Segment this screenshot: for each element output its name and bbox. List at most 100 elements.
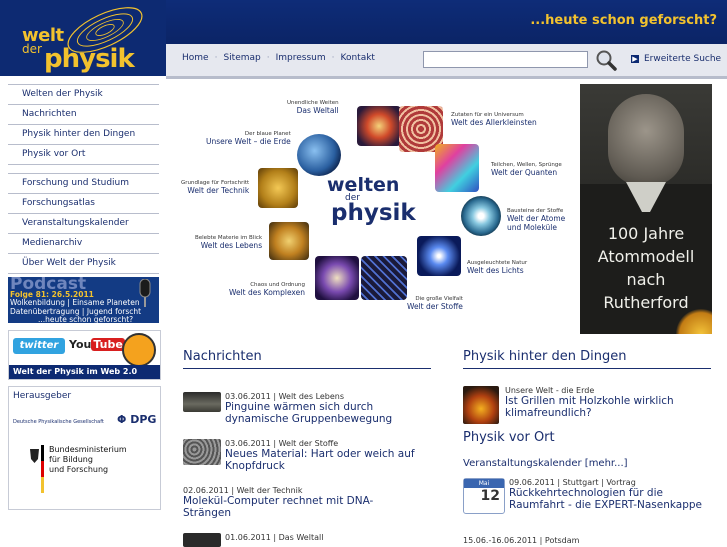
youtube-logo: You Tube (69, 338, 125, 351)
nav-kontakt-link[interactable]: Kontakt (341, 53, 375, 63)
sidebar-item-welten[interactable]: Welten der Physik (8, 85, 159, 105)
top-nav-bar: Home · Sitemap · Impressum · Kontakt ▶ Erweiter… (166, 44, 727, 79)
banner-link-weltall[interactable]: Unendliche Weiten Das Weltall (287, 100, 339, 115)
event-meta: 15.06.-16.06.2011 | Potsdam (463, 536, 580, 545)
site-logo[interactable]: welt der physik (0, 0, 166, 76)
rutherford-promo[interactable]: 100 Jahre Atommodell nach Rutherford (580, 84, 712, 334)
sidebar-group-main: Welten der Physik Nachrichten Physik hin… (8, 84, 159, 165)
nav-separator: · (331, 53, 335, 63)
dpg-logo-text: DPG (130, 413, 157, 426)
sidebar-item-physik-vor-ort[interactable]: Physik vor Ort (8, 145, 159, 165)
banner-link-leben[interactable]: Belebte Materie im Blick Welt des Lebens (195, 235, 262, 250)
logo-word-der: der (22, 42, 42, 56)
news-item[interactable]: 02.06.2011 | Welt der Technik Molekül-Co… (183, 486, 413, 519)
banner-komplexen-title: Welt des Komplexen (229, 288, 306, 297)
banner-link-atome[interactable]: Bausteine der Stoffe Welt der Atome und M… (507, 208, 577, 232)
rss-icon (122, 333, 156, 367)
search-input[interactable] (423, 51, 588, 68)
youtube-logo-tube: Tube (91, 338, 125, 351)
nav-separator: · (266, 53, 270, 63)
youtube-logo-text: You (69, 338, 92, 351)
sidebar-item-nachrichten[interactable]: Nachrichten (8, 105, 159, 125)
sidebar-item-veranstaltungskalender[interactable]: Veranstaltungskalender (8, 214, 159, 234)
sidebar-item-medienarchiv[interactable]: Medienarchiv (8, 234, 159, 254)
logo-word-physik: physik (44, 44, 135, 74)
sidebar-item-ueber[interactable]: Über Welt der Physik (8, 254, 159, 274)
news-item[interactable]: 03.06.2011 | Welt der Stoffe Neues Mater… (183, 439, 423, 472)
rutherford-line-3: nach (626, 270, 666, 289)
podcast-topics-1: Wolkenbildung | Einsame Planeten (10, 298, 140, 307)
podcast-banner[interactable]: Podcast Folge 81: 26.5.2011 Wolkenbildun… (8, 277, 159, 323)
advanced-search-link[interactable]: ▶ Erweiterte Suche (631, 54, 721, 64)
banner-technik-title: Welt der Technik (187, 186, 250, 195)
search-icon[interactable] (595, 49, 617, 71)
nachrichten-heading: Nachrichten (183, 349, 431, 369)
banner-quanten-title: Welt der Quanten (491, 168, 558, 177)
weltall-thumbnail[interactable] (357, 106, 401, 146)
banner-weltall-title: Das Weltall (296, 106, 339, 115)
phd-headline: Ist Grillen mit Holzkohle wirklich klima… (505, 395, 674, 419)
bmbf-link[interactable]: Bundesministerium für Bildung und Forsch… (49, 445, 127, 475)
bmbf-line-1: Bundesministerium (49, 445, 127, 454)
banner-link-komplexen[interactable]: Chaos und Ordnung Welt des Komplexen (229, 282, 305, 297)
phd-thumbnail (463, 386, 499, 424)
banner-stoffe-title: Welt der Stoffe (407, 302, 463, 311)
banner-link-erde[interactable]: Der blaue Planet Unsere Welt – die Erde (206, 131, 291, 146)
welten-der-physik-banner: welten der physik Unendliche Weiten Das W… (181, 84, 576, 334)
tagline: ...heute schon geforscht? (530, 13, 717, 28)
banner-wordmark-3: physik (331, 200, 416, 226)
atome-thumbnail[interactable] (461, 196, 501, 236)
quanten-thumbnail[interactable] (435, 144, 479, 192)
nav-sitemap-link[interactable]: Sitemap (223, 53, 260, 63)
publisher-box: Herausgeber Deutsche Physikalische Gesel… (8, 386, 161, 510)
nav-separator: · (214, 53, 218, 63)
physik-vor-ort-heading: Physik vor Ort (463, 430, 555, 445)
sidebar-nav: Welten der Physik Nachrichten Physik hin… (8, 84, 159, 274)
banner-licht-title: Welt des Lichts (467, 266, 524, 275)
stoffe-thumbnail[interactable] (361, 256, 407, 300)
banner-leben-title: Welt des Lebens (200, 241, 263, 250)
sidebar-item-forschung[interactable]: Forschung und Studium (8, 174, 159, 194)
bmbf-line-2: für Bildung (49, 455, 93, 464)
banner-link-licht[interactable]: Ausgeleuchtete Natur Welt des Lichts (467, 260, 527, 275)
rutherford-line-4: Rutherford (603, 293, 689, 312)
rutherford-caption: 100 Jahre Atommodell nach Rutherford (580, 222, 712, 314)
event-meta: 09.06.2011 | Stuttgart | Vortrag (509, 478, 636, 487)
event-item[interactable]: Mai 12 09.06.2011 | Stuttgart | Vortrag … (463, 478, 708, 514)
veranstaltungskalender-more-link[interactable]: Veranstaltungskalender [mehr...] (463, 458, 628, 469)
nav-impressum-link[interactable]: Impressum (276, 53, 326, 63)
banner-erde-title: Unsere Welt – die Erde (206, 137, 291, 146)
news-item[interactable]: 01.06.2011 | Das Weltall (183, 533, 423, 547)
sidebar-group-secondary: Forschung und Studium Forschungsatlas Ve… (8, 173, 159, 274)
rutherford-line-2: Atommodell (597, 247, 695, 266)
phd-item[interactable]: Unsere Welt - die Erde Ist Grillen mit H… (463, 386, 703, 424)
news-headline: Neues Material: Hart oder weich auf Knop… (225, 448, 415, 472)
publisher-heading: Herausgeber (13, 391, 72, 401)
news-headline: Molekül-Computer rechnet mit DNA-Stränge… (183, 495, 374, 519)
sidebar-item-physik-hinter-den-dingen[interactable]: Physik hinter den Dingen (8, 125, 159, 145)
leben-thumbnail[interactable] (269, 222, 309, 260)
technik-thumbnail[interactable] (258, 168, 298, 208)
dpg-link[interactable]: Deutsche Physikalische Gesellschaft (13, 419, 104, 425)
news-meta: 02.06.2011 | Welt der Technik (183, 486, 303, 495)
banner-link-quanten[interactable]: Teilchen, Wellen, Sprünge Welt der Quante… (491, 162, 567, 177)
komplexen-thumbnail[interactable] (315, 256, 359, 300)
licht-thumbnail[interactable] (417, 236, 461, 276)
arrow-right-icon: ▶ (631, 55, 639, 63)
nav-home-link[interactable]: Home (182, 53, 209, 63)
event-item[interactable]: 15.06.-16.06.2011 | Potsdam (463, 536, 708, 545)
web20-banner[interactable]: twitter You Tube Welt der Physik im Web 2… (8, 330, 161, 380)
banner-link-technik[interactable]: Grundlage für Fortschritt Welt der Techni… (181, 180, 249, 195)
german-flag-icon (30, 445, 44, 493)
news-thumbnail (183, 392, 221, 412)
erde-thumbnail[interactable] (297, 134, 341, 176)
news-item[interactable]: 03.06.2011 | Welt des Lebens Pinguine wä… (183, 392, 413, 425)
microphone-icon (139, 279, 151, 307)
event-headline: Rückkehrtechnologien für die Raumfahrt -… (509, 487, 703, 511)
calendar-day: 12 (480, 488, 500, 504)
advanced-search-label: Erweiterte Suche (644, 54, 722, 64)
sidebar-item-forschungsatlas[interactable]: Forschungsatlas (8, 194, 159, 214)
banner-link-stoffe[interactable]: Die große Vielfalt Welt der Stoffe (407, 296, 463, 311)
podcast-slogan: ...heute schon geforscht? (38, 315, 134, 323)
banner-link-allerkleinsten[interactable]: Zutaten für ein Universum Welt des Allerk… (451, 112, 537, 127)
